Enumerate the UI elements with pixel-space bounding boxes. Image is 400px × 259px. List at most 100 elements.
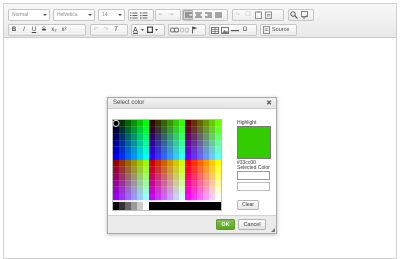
palette-cell[interactable] xyxy=(179,173,185,181)
palette-cell[interactable] xyxy=(155,186,161,194)
palette-cell[interactable] xyxy=(137,160,143,167)
palette-cell[interactable] xyxy=(119,173,125,181)
palette-cell[interactable] xyxy=(131,166,137,174)
palette-cell[interactable] xyxy=(143,120,149,127)
palette-cell[interactable] xyxy=(179,146,185,154)
palette-cell[interactable] xyxy=(155,140,161,147)
palette-cell[interactable] xyxy=(161,140,167,147)
palette-cell[interactable] xyxy=(119,186,125,194)
palette-grey-cell[interactable] xyxy=(125,202,131,210)
palette-cell[interactable] xyxy=(143,140,149,147)
palette-cell[interactable] xyxy=(155,126,161,134)
palette-cell[interactable] xyxy=(191,146,197,154)
palette-cell[interactable] xyxy=(197,160,203,167)
palette-cell[interactable] xyxy=(149,126,155,134)
palette-cell[interactable] xyxy=(173,186,179,194)
palette-cell[interactable] xyxy=(203,133,209,141)
palette-cell[interactable] xyxy=(197,186,203,194)
palette-cell[interactable] xyxy=(131,140,137,147)
palette-cell[interactable] xyxy=(167,193,173,201)
palette-cell[interactable] xyxy=(215,120,221,127)
palette-cell[interactable] xyxy=(125,193,131,201)
find-icon[interactable] xyxy=(289,10,299,20)
palette-cell[interactable] xyxy=(137,120,143,127)
palette-cell[interactable] xyxy=(191,160,197,167)
palette-cell[interactable] xyxy=(197,166,203,174)
palette-cell[interactable] xyxy=(191,166,197,174)
background-color-icon[interactable] xyxy=(146,25,160,35)
palette-cell[interactable] xyxy=(161,180,167,187)
palette-cell[interactable] xyxy=(143,126,149,134)
spellcheck-icon[interactable] xyxy=(299,10,309,20)
palette-cell[interactable] xyxy=(203,126,209,134)
palette-cell[interactable] xyxy=(113,153,119,161)
palette-cell[interactable] xyxy=(191,173,197,181)
palette-cell[interactable] xyxy=(179,126,185,134)
palette-cell[interactable] xyxy=(167,166,173,174)
palette-cell[interactable] xyxy=(119,160,125,167)
palette-cell[interactable] xyxy=(191,193,197,201)
palette-cell[interactable] xyxy=(185,140,191,147)
palette-cell[interactable] xyxy=(149,140,155,147)
palette-cell[interactable] xyxy=(167,120,173,127)
palette-cell[interactable] xyxy=(191,133,197,141)
palette-cell[interactable] xyxy=(131,173,137,181)
selected-color-input[interactable] xyxy=(237,171,270,180)
subscript-button[interactable]: x₂ xyxy=(49,25,59,35)
palette-cell[interactable] xyxy=(203,166,209,174)
palette-cell[interactable] xyxy=(209,133,215,141)
palette-grey-cell[interactable] xyxy=(113,202,119,210)
palette-cell[interactable] xyxy=(185,153,191,161)
ok-button[interactable]: OK xyxy=(216,219,235,230)
palette-cell[interactable] xyxy=(161,173,167,181)
palette-cell[interactable] xyxy=(203,146,209,154)
copy-icon[interactable]: ❐ xyxy=(243,10,253,20)
list-numbered-icon[interactable] xyxy=(129,10,139,20)
palette-cell[interactable] xyxy=(125,120,131,127)
palette-cell[interactable] xyxy=(179,120,185,127)
palette-cell[interactable] xyxy=(113,126,119,134)
palette-cell[interactable] xyxy=(185,180,191,187)
palette-cell[interactable] xyxy=(113,193,119,201)
close-icon[interactable]: ✖ xyxy=(266,99,272,108)
underline-button[interactable]: U xyxy=(29,25,39,35)
outdent-icon[interactable]: ⇤ xyxy=(156,10,166,20)
palette-cell[interactable] xyxy=(191,180,197,187)
palette-cell[interactable] xyxy=(215,126,221,134)
palette-cell[interactable] xyxy=(203,180,209,187)
palette-cell[interactable] xyxy=(197,133,203,141)
format-combo[interactable]: Normal xyxy=(8,9,50,21)
palette-cell[interactable] xyxy=(197,140,203,147)
palette-cell[interactable] xyxy=(125,166,131,174)
table-icon[interactable] xyxy=(210,25,220,35)
palette-cell[interactable] xyxy=(209,166,215,174)
palette-cell[interactable] xyxy=(119,180,125,187)
palette-cell[interactable] xyxy=(167,153,173,161)
align-justify-icon[interactable] xyxy=(213,10,223,20)
superscript-button[interactable]: x² xyxy=(59,25,69,35)
palette-cell[interactable] xyxy=(209,153,215,161)
palette-grey-cell[interactable] xyxy=(137,202,143,210)
palette-black-strip[interactable] xyxy=(149,202,221,210)
palette-cell[interactable] xyxy=(167,133,173,141)
font-size-combo[interactable]: 14 xyxy=(98,9,125,21)
palette-cell[interactable] xyxy=(131,153,137,161)
palette-cell[interactable] xyxy=(185,173,191,181)
cut-icon[interactable]: ✂ xyxy=(233,10,243,20)
palette-cell[interactable] xyxy=(161,146,167,154)
palette-cell[interactable] xyxy=(131,120,137,127)
palette-cell[interactable] xyxy=(173,166,179,174)
bold-button[interactable]: B xyxy=(9,25,19,35)
unlink-icon[interactable] xyxy=(179,25,189,35)
palette-cell[interactable] xyxy=(131,180,137,187)
palette-cell[interactable] xyxy=(209,146,215,154)
palette-cell[interactable] xyxy=(203,160,209,167)
palette-cell[interactable] xyxy=(161,120,167,127)
palette-cell[interactable] xyxy=(185,133,191,141)
palette-cell[interactable] xyxy=(137,133,143,141)
link-icon[interactable] xyxy=(169,25,179,35)
palette-cell[interactable] xyxy=(119,120,125,127)
text-color-icon[interactable]: A xyxy=(132,25,146,35)
palette-cell[interactable] xyxy=(185,166,191,174)
palette-cell[interactable] xyxy=(185,126,191,134)
